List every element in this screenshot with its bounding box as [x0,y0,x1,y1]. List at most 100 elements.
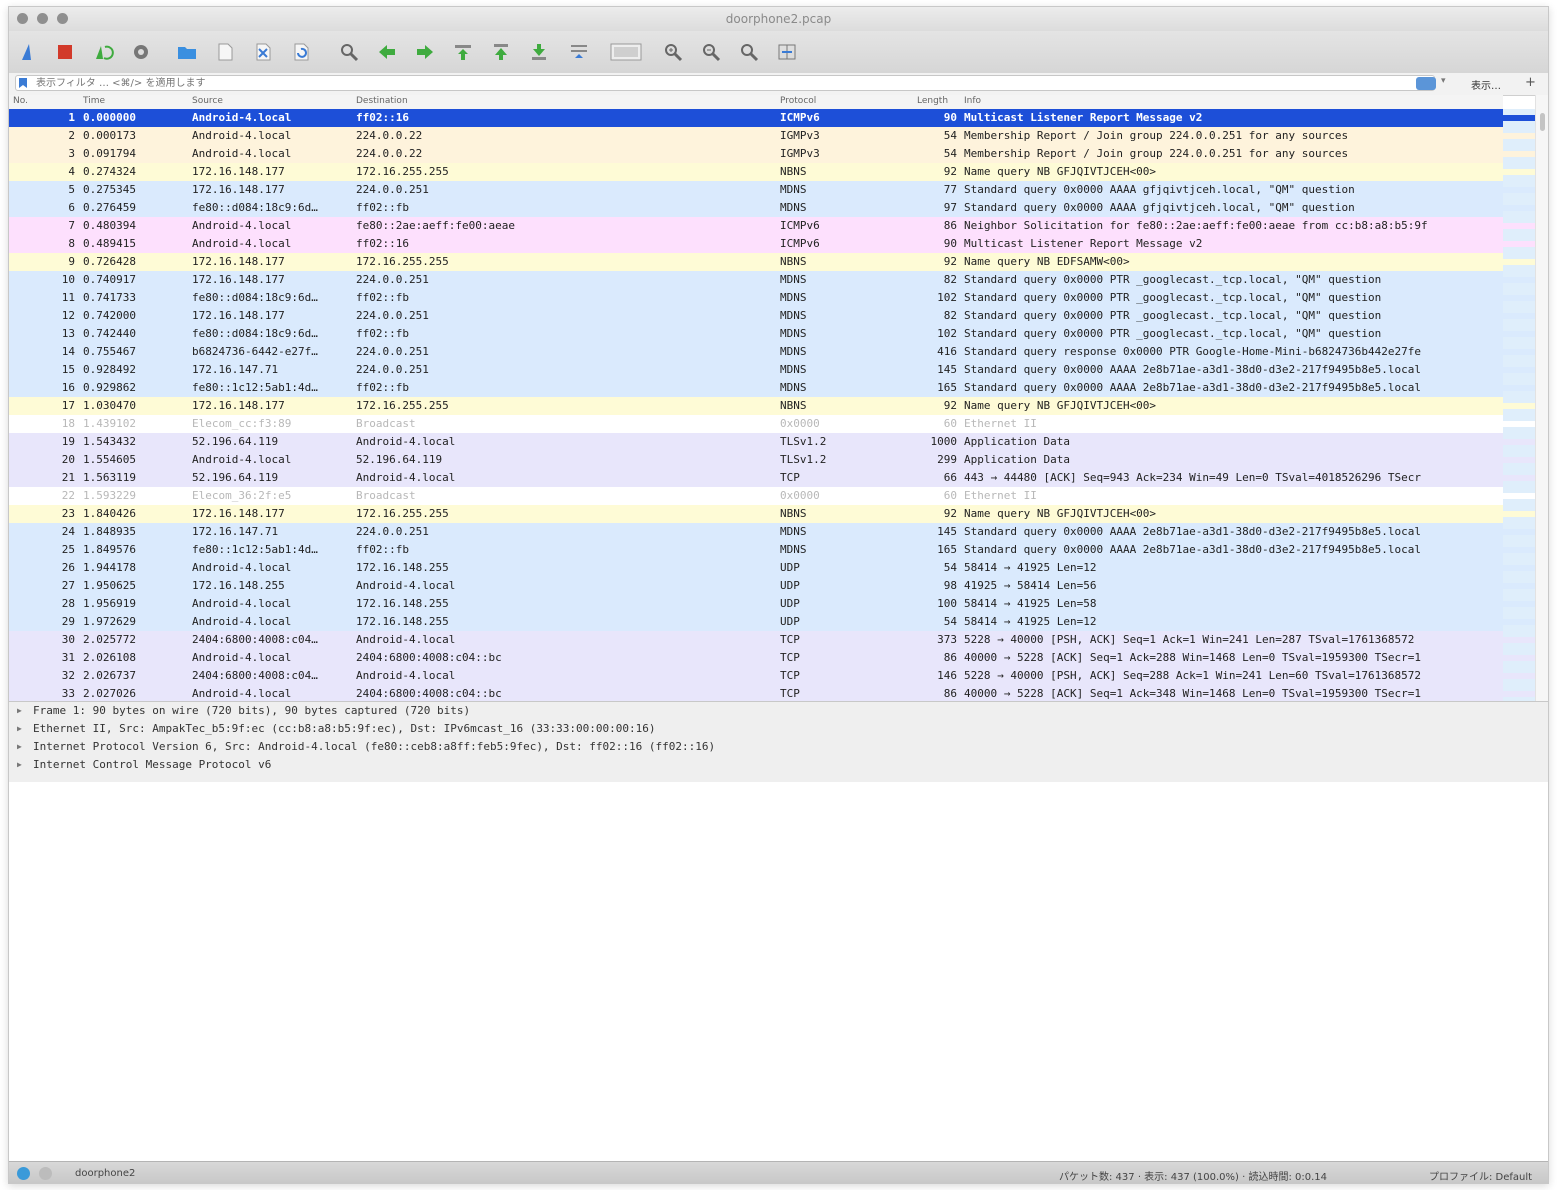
minimap-mark [1503,331,1535,337]
go-first-button[interactable] [489,40,513,64]
open-file-button[interactable] [175,40,199,64]
go-last-button[interactable] [527,40,551,64]
table-row[interactable]: 13 0.742440 fe80::d084:18c9:6d… ff02::fb MDN… [9,325,1503,343]
table-row[interactable]: 7 0.480394 Android-4.local fe80::2ae:aeff:f… [9,217,1503,235]
close-file-button[interactable] [251,40,275,64]
column-header-time[interactable]: Time [83,96,105,106]
table-row[interactable]: 6 0.276459 fe80::d084:18c9:6d… ff02::fb MDNS… [9,199,1503,217]
minimap-mark [1503,223,1535,229]
packet-info: Standard query 0x0000 PTR _googlecast._t… [964,309,1382,322]
packet-no: 33 [61,687,75,700]
column-header-destination[interactable]: Destination [356,96,408,106]
expand-arrow-icon[interactable]: ▶ [17,720,22,738]
column-header-protocol[interactable]: Protocol [780,96,816,106]
table-row[interactable]: 8 0.489415 Android-4.local ff02::16 ICMPv6 90… [9,235,1503,253]
go-to-packet-button[interactable] [451,40,475,64]
packet-time: 1.593229 [83,489,136,502]
table-row[interactable]: 1 0.000000 Android-4.local ff02::16 ICMPv6 90… [9,109,1503,127]
start-capture-button[interactable] [17,40,41,64]
zoom-in-button[interactable] [661,40,685,64]
table-row[interactable]: 33 2.027026 Android-4.local 2404:6800:4008:… [9,685,1503,701]
packet-info: Ethernet II [964,489,1037,502]
table-row[interactable]: 23 1.840426 172.16.148.177 172.16.255.255 NB… [9,505,1503,523]
column-header-no[interactable]: No. [13,96,28,106]
table-row[interactable]: 32 2.026737 2404:6800:4008:c04… Android-4.l… [9,667,1503,685]
table-row[interactable]: 20 1.554605 Android-4.local 52.196.64.119 TL… [9,451,1503,469]
expand-arrow-icon[interactable]: ▶ [17,756,22,774]
autoscroll-button[interactable] [567,40,591,64]
apply-filter-button[interactable] [1416,77,1436,90]
packet-list-scrollbar[interactable] [1535,95,1548,701]
packet-bytes-pane [9,782,1548,1158]
packet-info: 58414 → 41925 Len=12 [964,561,1097,574]
column-header-source[interactable]: Source [192,96,223,106]
packet-info: Standard query 0x0000 PTR _googlecast._t… [964,291,1382,304]
packet-destination: 172.16.255.255 [356,399,449,412]
table-row[interactable]: 26 1.944178 Android-4.local 172.16.148.255 U… [9,559,1503,577]
go-forward-button[interactable] [413,40,437,64]
zoom-normal-button[interactable] [737,40,761,64]
table-row[interactable]: 2 0.000173 Android-4.local 224.0.0.22 IGMPv3… [9,127,1503,145]
expert-info-icon[interactable] [17,1167,30,1180]
table-row[interactable]: 28 1.956919 Android-4.local 172.16.148.255 U… [9,595,1503,613]
stop-capture-button[interactable] [53,40,77,64]
table-row[interactable]: 24 1.848935 172.16.147.71 224.0.0.251 MDNS 14… [9,523,1503,541]
table-row[interactable]: 5 0.275345 172.16.148.177 224.0.0.251 MDNS 77… [9,181,1503,199]
find-packet-button[interactable] [337,40,361,64]
table-row[interactable]: 12 0.742000 172.16.148.177 224.0.0.251 MDNS 8… [9,307,1503,325]
packet-list-minimap[interactable] [1503,109,1535,701]
packet-source: 172.16.147.71 [192,525,279,538]
table-row[interactable]: 27 1.950625 172.16.148.255 Android-4.local U… [9,577,1503,595]
table-row[interactable]: 29 1.972629 Android-4.local 172.16.148.255 U… [9,613,1503,631]
table-row[interactable]: 31 2.026108 Android-4.local 2404:6800:4008:… [9,649,1503,667]
scrollbar-thumb[interactable] [1540,113,1545,131]
table-row[interactable]: 17 1.030470 172.16.148.177 172.16.255.255 NB… [9,397,1503,415]
table-row[interactable]: 11 0.741733 fe80::d084:18c9:6d… ff02::fb MDN… [9,289,1503,307]
table-row[interactable]: 16 0.929862 fe80::1c12:5ab1:4d… ff02::fb MDN… [9,379,1503,397]
table-row[interactable]: 22 1.593229 Elecom_36:2f:e5 Broadcast 0x0000… [9,487,1503,505]
packet-no: 2 [68,129,75,142]
display-filter-input[interactable] [15,75,1435,91]
packet-source: Android-4.local [192,687,292,700]
restart-capture-button[interactable] [91,40,115,64]
table-row[interactable]: 18 1.439102 Elecom_cc:f3:89 Broadcast 0x0000… [9,415,1503,433]
column-header-info[interactable]: Info [964,96,981,106]
packet-protocol: MDNS [780,183,807,196]
save-file-button[interactable] [213,40,237,64]
table-row[interactable]: 30 2.025772 2404:6800:4008:c04… Android-4.l… [9,631,1503,649]
zoom-out-button[interactable] [699,40,723,64]
packet-length: 165 [937,543,957,556]
table-row[interactable]: 15 0.928492 172.16.147.71 224.0.0.251 MDNS 14… [9,361,1503,379]
table-row[interactable]: 19 1.543432 52.196.64.119 Android-4.local TL… [9,433,1503,451]
table-row[interactable]: 25 1.849576 fe80::1c12:5ab1:4d… ff02::fb MDN… [9,541,1503,559]
colorize-button[interactable] [609,40,643,64]
capture-options-button[interactable] [129,40,153,64]
detail-tree-item[interactable]: ▶ Ethernet II, Src: AmpakTec_b5:9f:ec (cc… [9,720,1548,738]
resize-columns-button[interactable] [775,40,799,64]
expand-arrow-icon[interactable]: ▶ [17,738,22,756]
packet-no: 16 [61,381,75,394]
add-filter-button[interactable]: + [1525,75,1536,90]
status-profile[interactable]: プロファイル: Default [1429,1168,1532,1183]
packet-length: 165 [937,381,957,394]
restart-capture-icon [96,45,114,60]
table-row[interactable]: 9 0.726428 172.16.148.177 172.16.255.255 NBN… [9,253,1503,271]
table-row[interactable]: 14 0.755467 b6824736-6442-e27f… 224.0.0.251… [9,343,1503,361]
go-back-button[interactable] [375,40,399,64]
table-row[interactable]: 4 0.274324 172.16.148.177 172.16.255.255 NBN… [9,163,1503,181]
detail-tree-item[interactable]: ▶ Internet Protocol Version 6, Src: Andro… [9,738,1548,756]
table-row[interactable]: 10 0.740917 172.16.148.177 224.0.0.251 MDNS 8… [9,271,1503,289]
capture-comment-icon[interactable] [39,1167,52,1180]
detail-tree-item[interactable]: ▶ Internet Control Message Protocol v6 [9,756,1548,774]
packet-length: 92 [943,507,957,520]
filter-expression-button[interactable]: 表示… [1471,77,1501,92]
filter-bookmark-icon[interactable] [19,78,27,88]
column-header-length[interactable]: Length [917,96,948,106]
detail-tree-item[interactable]: ▶ Frame 1: 90 bytes on wire (720 bits), 9… [9,702,1548,720]
filter-history-dropdown-icon[interactable]: ▾ [1441,76,1446,86]
table-row[interactable]: 21 1.563119 52.196.64.119 Android-4.local TC… [9,469,1503,487]
packet-info: Standard query 0x0000 AAAA 2e8b71ae-a3d1… [964,525,1421,538]
table-row[interactable]: 3 0.091794 Android-4.local 224.0.0.22 IGMPv3… [9,145,1503,163]
reload-file-button[interactable] [289,40,313,64]
expand-arrow-icon[interactable]: ▶ [17,702,22,720]
